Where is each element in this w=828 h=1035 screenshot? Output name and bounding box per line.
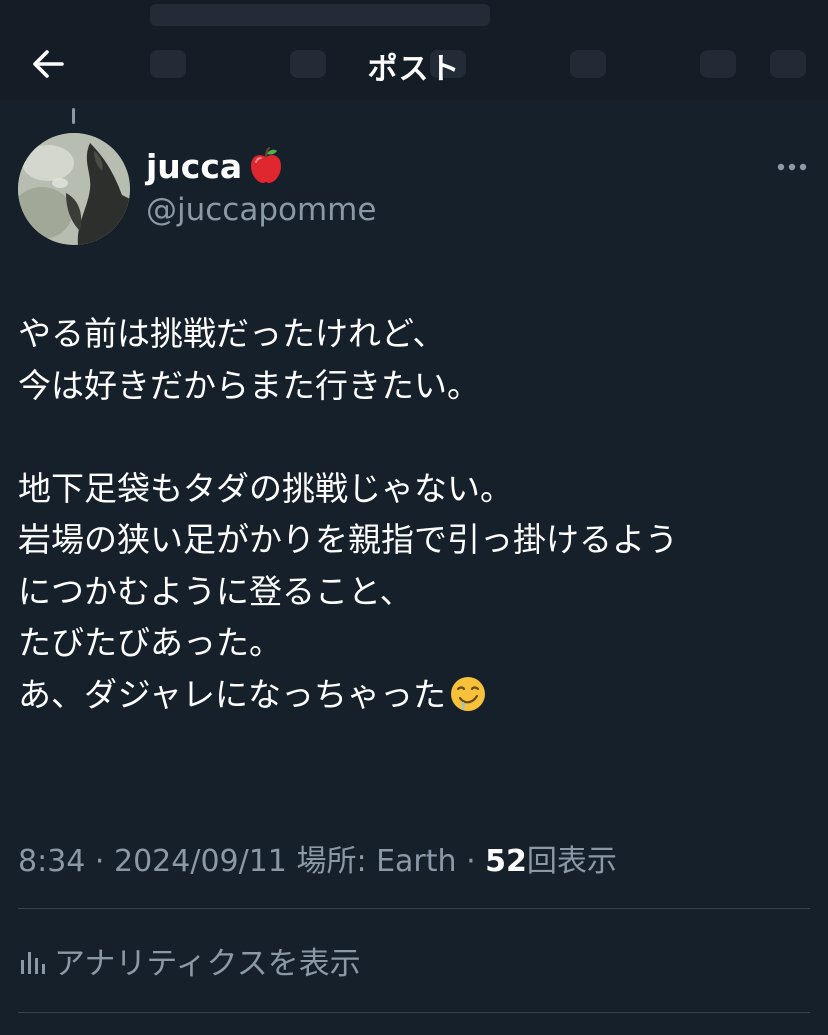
post-text-line-last: あ、ダジャレになっちゃった	[18, 669, 818, 721]
post-text-line: やる前は挑戦だったけれど、	[18, 314, 446, 353]
post-text-line: たびたびあった。	[18, 623, 282, 662]
post-detail-screen: ポスト jucca @juccapomme やる前は挑戦だったけれど、 今は好き…	[0, 0, 828, 1035]
post-text-line: あ、ダジャレになっちゃった	[18, 674, 447, 714]
view-analytics-label: アナリティクスを表示	[54, 946, 361, 982]
author-handle[interactable]: @juccapomme	[146, 192, 376, 228]
post-text: やる前は挑戦だったけれど、 今は好きだからまた行きたい。 地下足袋もタダの挑戦じ…	[18, 308, 818, 720]
post-text-line	[18, 411, 818, 463]
post-meta: 8:34 · 2024/09/11 場所: Earth · 52回表示	[18, 836, 617, 880]
meta-separator: ·	[456, 844, 486, 879]
post-date: 2024/09/11	[113, 844, 287, 879]
avatar-photo	[18, 133, 130, 245]
divider	[18, 1012, 810, 1013]
post-text-line: 今は好きだからまた行きたい。	[18, 365, 480, 405]
thread-connector-line	[72, 108, 75, 124]
post-text-line: 岩場の狭い足がかりを親指で引っ掛けるよう	[18, 520, 678, 559]
more-options-button[interactable]	[772, 152, 812, 182]
divider	[18, 908, 810, 909]
red-apple-icon	[246, 146, 286, 186]
post-text-line: 地下足袋もタダの挑戦じゃない。	[18, 468, 513, 508]
view-count: 52	[485, 844, 527, 879]
post-text-line: につかむように登ること、	[18, 571, 413, 611]
drooling-face-icon	[448, 674, 488, 714]
post-location: 場所: Earth	[286, 844, 457, 879]
header-bar: ポスト	[0, 0, 828, 100]
meta-separator: ·	[85, 844, 114, 879]
author-name-row[interactable]: jucca	[146, 144, 286, 188]
post-time: 8:34	[18, 844, 86, 879]
analytics-bars-icon	[21, 951, 45, 974]
view-count-label: 回表示	[526, 844, 617, 879]
view-analytics-button[interactable]: アナリティクスを表示	[18, 938, 361, 983]
display-name[interactable]: jucca	[146, 147, 242, 186]
more-icon	[777, 163, 807, 171]
page-title: ポスト	[367, 52, 461, 87]
avatar[interactable]	[18, 133, 130, 245]
